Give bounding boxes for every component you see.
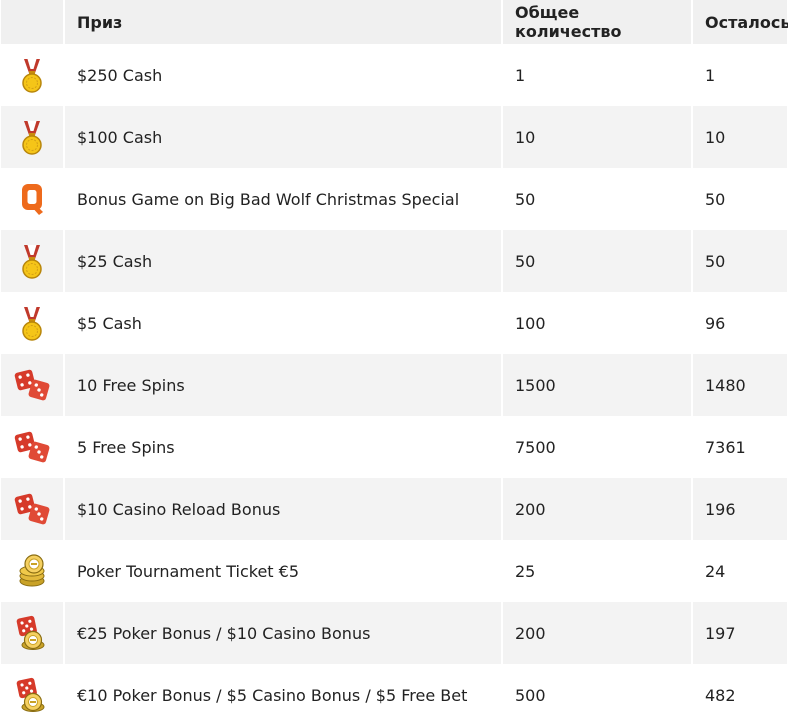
- dice-icon: [12, 365, 52, 405]
- prize-name: Bonus Game on Big Bad Wolf Christmas Spe…: [77, 189, 460, 209]
- total-quantity: 200: [503, 478, 691, 540]
- table-row: $10 Casino Reload Bonus 200 196: [1, 478, 787, 540]
- prize-name: $5 Cash: [77, 313, 142, 333]
- prize-name: $10 Casino Reload Bonus: [65, 478, 501, 540]
- total-quantity: 1: [515, 65, 526, 85]
- remaining-quantity: 196: [693, 478, 787, 540]
- prize-name: 5 Free Spins: [77, 437, 175, 457]
- remaining-quantity: 1480: [693, 354, 787, 416]
- total-quantity: 50: [515, 189, 536, 209]
- table-row: $25 Cash 50 50: [1, 230, 787, 292]
- prize-name: €25 Poker Bonus / $10 Casino Bonus: [65, 602, 501, 664]
- total-quantity: 100: [515, 313, 546, 333]
- header-icon-cell: [1, 0, 63, 44]
- table-header-row: Приз Общее количество Осталось: [1, 0, 788, 44]
- remaining-quantity: 50: [693, 230, 787, 292]
- table-row: Poker Tournament Ticket €5 25 24: [1, 540, 787, 602]
- prize-name: $25 Cash: [65, 230, 501, 292]
- table-row: €25 Poker Bonus / $10 Casino Bonus 200 1…: [1, 602, 787, 664]
- dice-chip-icon: [12, 613, 52, 653]
- remaining-quantity: 10: [693, 106, 787, 168]
- remaining-quantity: 482: [705, 685, 736, 705]
- remaining-quantity: 96: [705, 313, 726, 333]
- total-quantity: 500: [515, 685, 546, 705]
- medal-icon: [12, 55, 52, 95]
- prize-table: Приз Общее количество Осталось $250 Cash…: [0, 0, 788, 726]
- prize-name: $250 Cash: [77, 65, 163, 85]
- table-row: Bonus Game on Big Bad Wolf Christmas Spe…: [1, 168, 787, 230]
- total-quantity: 200: [503, 602, 691, 664]
- table-row: 10 Free Spins 1500 1480: [1, 354, 787, 416]
- medal-icon: [12, 117, 52, 157]
- table-row: 5 Free Spins 7500 7361: [1, 416, 787, 478]
- table-row: $5 Cash 100 96: [1, 292, 787, 354]
- total-quantity: 25: [515, 561, 536, 581]
- header-remaining: Осталось: [693, 0, 788, 44]
- header-prize: Приз: [65, 0, 501, 44]
- prize-name: $100 Cash: [65, 106, 501, 168]
- prize-name: €10 Poker Bonus / $5 Casino Bonus / $5 F…: [77, 685, 468, 705]
- table-row: $250 Cash 1 1: [1, 44, 787, 106]
- total-quantity: 10: [503, 106, 691, 168]
- q-logo-icon: [12, 179, 52, 219]
- remaining-quantity: 50: [705, 189, 726, 209]
- total-quantity: 50: [503, 230, 691, 292]
- dice-icon: [12, 489, 52, 529]
- prize-name: Poker Tournament Ticket €5: [77, 561, 300, 581]
- total-quantity: 7500: [515, 437, 556, 457]
- medal-icon: [12, 241, 52, 281]
- remaining-quantity: 1: [705, 65, 716, 85]
- remaining-quantity: 7361: [705, 437, 746, 457]
- prize-name: 10 Free Spins: [65, 354, 501, 416]
- total-quantity: 1500: [503, 354, 691, 416]
- dice-chip-icon: [12, 675, 52, 715]
- poker-chips-icon: [12, 551, 52, 591]
- remaining-quantity: 24: [705, 561, 726, 581]
- header-total-quantity: Общее количество: [503, 0, 691, 44]
- table-row: $100 Cash 10 10: [1, 106, 787, 168]
- medal-icon: [12, 303, 52, 343]
- remaining-quantity: 197: [693, 602, 787, 664]
- table-row: €10 Poker Bonus / $5 Casino Bonus / $5 F…: [1, 664, 787, 726]
- dice-icon: [12, 427, 52, 467]
